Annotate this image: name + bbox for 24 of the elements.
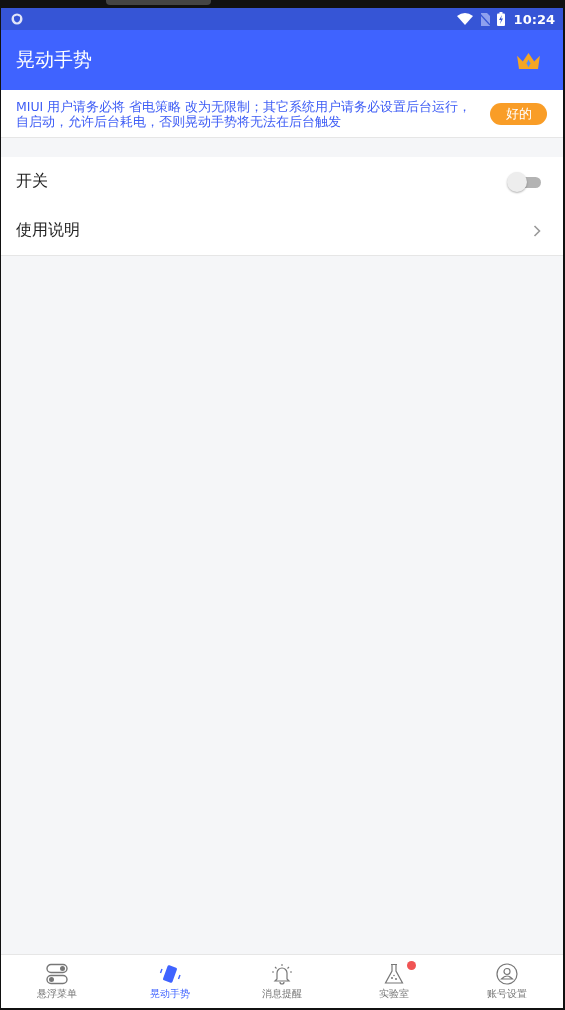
flask-icon	[383, 962, 406, 985]
toggle-switch[interactable]	[507, 171, 541, 192]
wifi-icon	[456, 13, 473, 25]
nav-tab[interactable]: 账号设置	[450, 955, 563, 1008]
crown-icon[interactable]	[516, 50, 541, 70]
status-time: 10:24	[513, 11, 555, 27]
bell-icon	[271, 962, 293, 985]
nav-tab[interactable]: 消息提醒	[225, 955, 339, 1008]
user-icon	[495, 962, 518, 985]
settings-row[interactable]: 使用说明	[1, 206, 563, 255]
toggles-icon	[46, 962, 69, 985]
shield-icon	[11, 13, 23, 25]
battery-icon	[496, 12, 505, 26]
nav-tab[interactable]: 晃动手势	[113, 955, 226, 1008]
notice-text: MIUI 用户请务必将 省电策略 改为无限制；其它系统用户请务必设置后台运行，自启动，允许后台耗电，否则晃动手势将无法在后台触发	[16, 98, 473, 129]
row-label: 开关	[16, 171, 48, 192]
nav-tab[interactable]: 悬浮菜单	[1, 955, 114, 1008]
page-title: 晃动手势	[16, 47, 92, 72]
nav-tab[interactable]: 实验室	[338, 955, 451, 1008]
chevron-right-icon	[533, 224, 541, 237]
shaking-phone-icon	[158, 962, 181, 985]
row-label: 使用说明	[16, 220, 80, 241]
no-sim-icon	[479, 12, 490, 26]
settings-row[interactable]: 开关	[1, 157, 563, 206]
